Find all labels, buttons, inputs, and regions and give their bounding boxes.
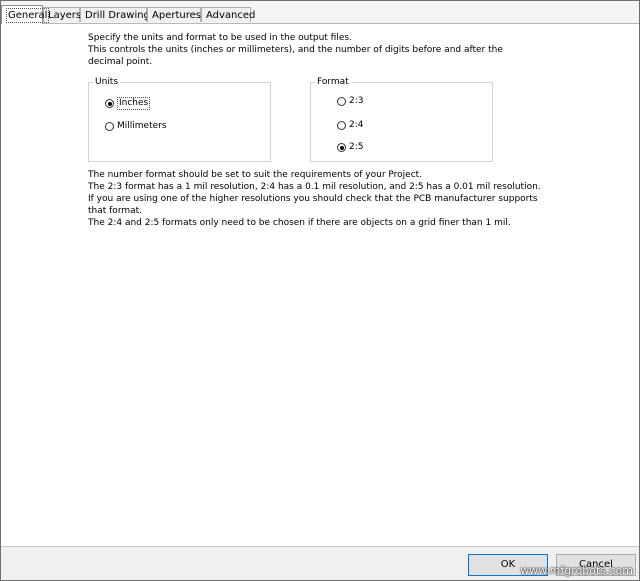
format-info-text: The number format should be set to suit … <box>88 169 558 229</box>
format-2-3-radio[interactable] <box>337 97 346 106</box>
format-group: Format 2:3 2:4 2:5 <box>310 77 493 162</box>
tab-layers-label: Layers <box>48 10 82 21</box>
tab-apertures[interactable]: Apertures <box>147 7 201 22</box>
format-group-title: Format <box>315 77 351 88</box>
gerber-setup-dialog: General Layers Drill Drawing Apertures A… <box>0 0 640 581</box>
info-line-1: The number format should be set to suit … <box>88 170 423 180</box>
info-line-5: The 2:4 and 2:5 formats only need to be … <box>88 218 511 228</box>
tab-drill-drawing-label: Drill Drawing <box>85 10 150 21</box>
intro-line-1: Specify the units and format to be used … <box>88 33 352 43</box>
tab-general[interactable]: General <box>1 5 50 24</box>
watermark: www.mfgrobots.com <box>520 564 633 577</box>
format-2-5-label: 2:5 <box>349 142 364 152</box>
format-option-2-4[interactable]: 2:4 <box>337 120 363 131</box>
info-line-2: The 2:3 format has a 1 mil resolution, 2… <box>88 182 541 192</box>
format-2-3-label: 2:3 <box>349 96 364 106</box>
format-option-2-3[interactable]: 2:3 <box>337 96 363 107</box>
tab-apertures-label: Apertures <box>152 10 201 21</box>
millimeters-label: Millimeters <box>117 121 167 131</box>
units-group-title: Units <box>93 77 121 88</box>
tab-advanced[interactable]: Advanced <box>201 7 255 22</box>
intro-line-2: This controls the units (inches or milli… <box>88 45 503 55</box>
units-option-inches[interactable]: Inches <box>105 97 151 110</box>
units-group: Units Inches Millimeters <box>88 77 271 162</box>
info-line-3: If you are using one of the higher resol… <box>88 194 538 204</box>
format-2-5-radio[interactable] <box>337 143 346 152</box>
millimeters-radio[interactable] <box>105 122 114 131</box>
inches-label: Inches <box>117 97 151 110</box>
tab-advanced-label: Advanced <box>206 10 256 21</box>
units-option-millimeters[interactable]: Millimeters <box>105 121 167 132</box>
format-2-4-label: 2:4 <box>349 120 364 130</box>
inches-radio[interactable] <box>105 99 114 108</box>
tab-drill-drawing[interactable]: Drill Drawing <box>80 7 150 22</box>
format-option-2-5[interactable]: 2:5 <box>337 142 363 153</box>
tab-bar: General Layers Drill Drawing Apertures A… <box>1 1 639 24</box>
format-2-4-radio[interactable] <box>337 121 346 130</box>
tab-general-label: General <box>6 8 50 23</box>
intro-text: Specify the units and format to be used … <box>88 32 528 68</box>
info-line-4: that format. <box>88 206 143 216</box>
intro-line-3: decimal point. <box>88 57 153 67</box>
